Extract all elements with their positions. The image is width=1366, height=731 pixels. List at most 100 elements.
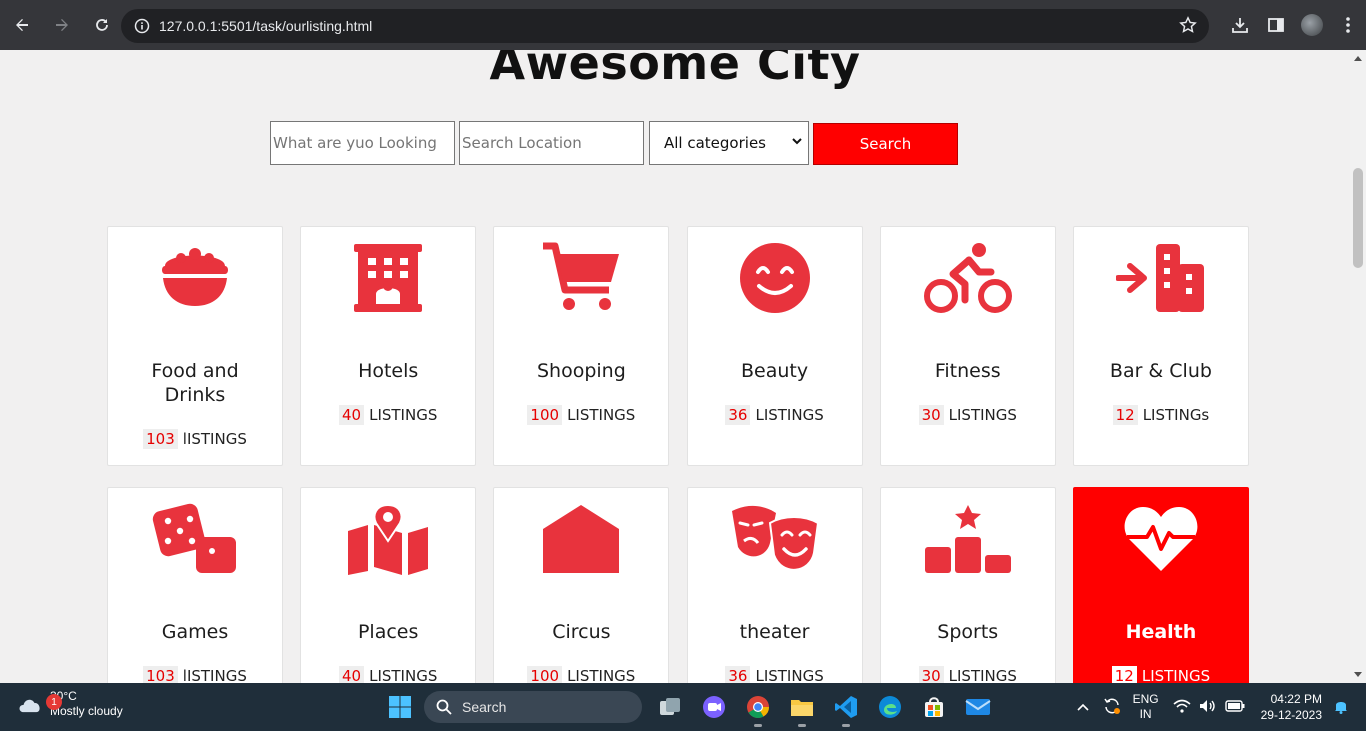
category-title: Sports: [937, 621, 999, 643]
region-code: IN: [1139, 707, 1152, 721]
reload-button[interactable]: [84, 7, 120, 43]
site-info-icon[interactable]: [125, 9, 159, 43]
battery-icon[interactable]: [1224, 699, 1245, 715]
scroll-up-arrow-icon[interactable]: [1354, 56, 1362, 61]
tent-icon: [535, 502, 627, 576]
listing-count: 36 LISTINGS: [688, 405, 862, 425]
category-card-bar-and-club[interactable]: Bar & Club 12 LISTINGs: [1072, 226, 1249, 466]
listing-count-label: LISTINGS: [755, 667, 824, 683]
clock-time: 04:22 PM: [1270, 692, 1322, 706]
taskbar-search-label: Search: [462, 699, 507, 715]
category-title: Food and Drinks: [151, 360, 239, 406]
weather-badge: 1: [46, 694, 62, 710]
scroll-thumb[interactable]: [1353, 168, 1363, 268]
category-card-shooping[interactable]: Shooping 100 LISTINGS: [493, 226, 670, 466]
category-card-beauty[interactable]: Beauty 36 LISTINGS: [686, 226, 863, 466]
task-view-button[interactable]: [650, 687, 690, 727]
search-button[interactable]: Search: [813, 123, 958, 165]
mail-button[interactable]: [958, 687, 998, 727]
back-button[interactable]: [4, 7, 40, 43]
category-card-food-and-drinks[interactable]: Food and Drinks 103 lISTINGS: [107, 226, 283, 466]
listing-count-number: 40: [339, 666, 365, 683]
what-search-input[interactable]: [270, 121, 455, 165]
reload-icon: [96, 19, 108, 31]
listing-count-number: 40: [339, 405, 365, 425]
sync-icon[interactable]: [1103, 697, 1121, 718]
listing-count-label: LISTINGS: [369, 406, 438, 424]
listing-count-number: 30: [918, 405, 944, 425]
avatar: [1301, 14, 1323, 36]
store-button[interactable]: [914, 687, 954, 727]
category-card-health[interactable]: Health 12 LISTINGS: [1072, 487, 1249, 683]
category-title: theater: [739, 621, 810, 643]
vscode-button[interactable]: [826, 687, 866, 727]
profile-button[interactable]: [1294, 7, 1330, 43]
heart-pulse-icon: [1115, 502, 1207, 576]
page-scrollbar[interactable]: [1350, 50, 1366, 683]
edge-icon: [879, 696, 901, 718]
language-indicator[interactable]: ENG IN: [1133, 692, 1159, 722]
url-text[interactable]: 127.0.0.1:5501/task/ourlisting.html: [159, 18, 372, 34]
download-icon: [1232, 18, 1248, 33]
taskbar-search[interactable]: Search: [424, 691, 642, 723]
downloads-button[interactable]: [1222, 7, 1258, 43]
forward-button[interactable]: [44, 7, 80, 43]
category-title: Shooping: [536, 360, 626, 382]
arrow-left-icon: [16, 19, 28, 31]
location-search-input[interactable]: [459, 121, 644, 165]
bicycle-icon: [922, 241, 1014, 315]
chrome-icon: [747, 696, 769, 718]
map-location-icon: [342, 502, 434, 576]
category-title: Games: [161, 621, 229, 643]
category-card-sports[interactable]: Sports 30 LISTINGS: [879, 487, 1056, 683]
chat-app-button[interactable]: [694, 687, 734, 727]
scroll-down-arrow-icon[interactable]: [1354, 672, 1362, 677]
wifi-icon[interactable]: [1173, 699, 1191, 716]
listing-count-label: LISTINGS: [1141, 667, 1211, 683]
listing-count: 30 LISTINGS: [881, 405, 1055, 425]
listing-count: 100 LISTINGS: [494, 405, 668, 425]
listing-count: 12 LISTINGs: [1074, 405, 1248, 425]
edge-button[interactable]: [870, 687, 910, 727]
windows-logo-icon: [389, 696, 411, 718]
folder-icon: [791, 700, 813, 716]
category-card-theater[interactable]: theater 36 LISTINGS: [686, 487, 863, 683]
category-card-circus[interactable]: Circus 100 LISTINGS: [493, 487, 670, 683]
category-card-games[interactable]: Games 103 lISTINGS: [107, 487, 283, 683]
volume-icon[interactable]: [1199, 699, 1217, 716]
category-card-fitness[interactable]: Fitness 30 LISTINGS: [879, 226, 1056, 466]
city-entrance-icon: [1115, 241, 1207, 315]
category-card-places[interactable]: Places 40 LISTINGS: [300, 487, 477, 683]
start-button[interactable]: [380, 687, 420, 727]
podium-icon: [922, 502, 1014, 576]
arrow-right-icon: [56, 19, 68, 31]
listing-count-label: LISTINGS: [755, 406, 824, 424]
file-explorer-button[interactable]: [782, 687, 822, 727]
chat-icon: [703, 696, 725, 718]
notification-bell-icon[interactable]: [1334, 698, 1348, 717]
weather-condition: Mostly cloudy: [50, 704, 123, 718]
menu-button[interactable]: [1330, 7, 1366, 43]
chrome-taskbar-button[interactable]: [738, 687, 778, 727]
windows-taskbar: 1 30°C Mostly cloudy Search ENG IN 04:22…: [0, 683, 1366, 731]
listing-count-number: 36: [725, 405, 751, 425]
category-card-hotels[interactable]: Hotels 40 LISTINGS: [300, 226, 477, 466]
store-icon: [925, 697, 943, 717]
listing-count-label: LISTINGS: [369, 667, 438, 683]
weather-widget[interactable]: 1 30°C Mostly cloudy: [16, 689, 123, 719]
chevron-up-icon[interactable]: [1077, 700, 1089, 714]
listing-count-label: LISTINGS: [567, 406, 636, 424]
side-panel-button[interactable]: [1258, 7, 1294, 43]
category-grid: Food and Drinks 103 lISTINGS Hotels 40 L…: [107, 226, 1249, 683]
address-bar[interactable]: 127.0.0.1:5501/task/ourlisting.html: [121, 9, 1209, 43]
listing-count: 30 LISTINGS: [881, 666, 1055, 683]
listing-count-label: lISTINGS: [182, 667, 247, 683]
category-title: Places: [357, 621, 419, 643]
category-select[interactable]: All categories: [649, 121, 809, 165]
theater-masks-icon: [729, 502, 821, 576]
shopping-cart-icon: [535, 241, 627, 315]
category-title: Hotels: [358, 360, 419, 382]
chevron-down-icon: [792, 138, 802, 145]
system-clock[interactable]: 04:22 PM 29-12-2023: [1261, 691, 1322, 723]
bookmark-star-icon[interactable]: [1179, 16, 1197, 38]
